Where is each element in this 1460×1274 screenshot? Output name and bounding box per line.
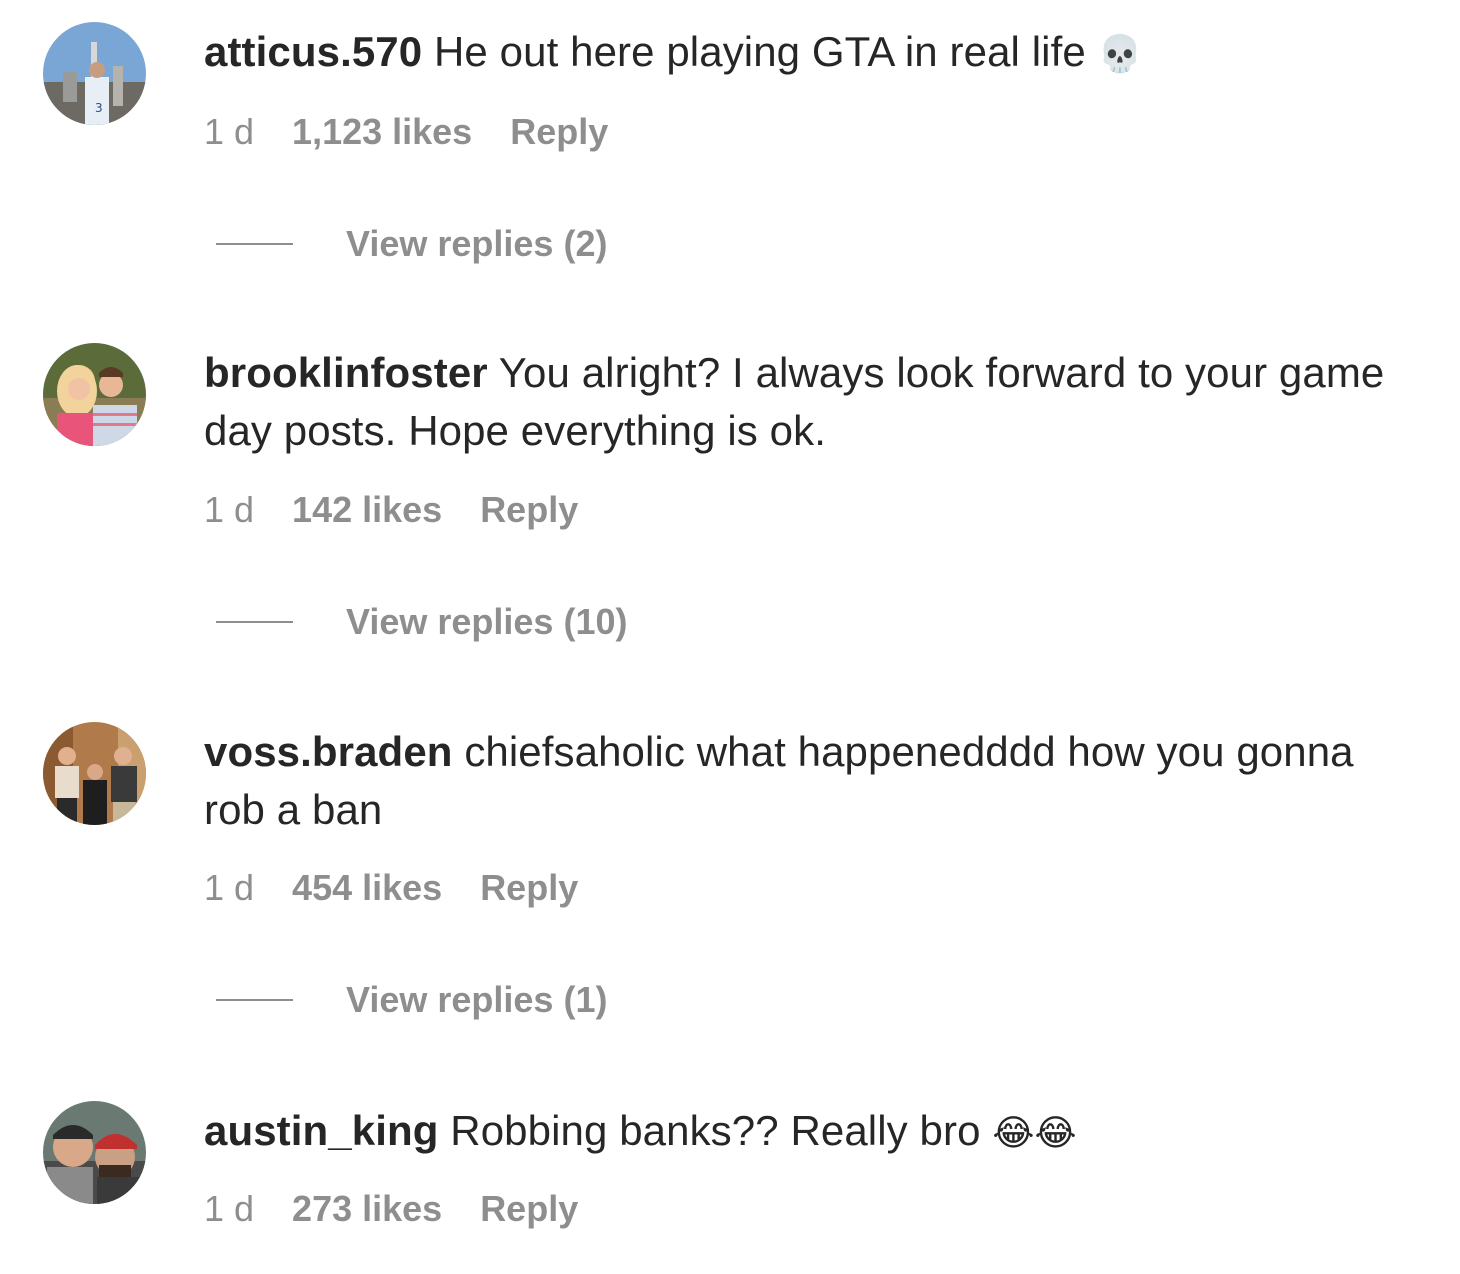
comment-body: He out here playing GTA in real life (434, 28, 1086, 75)
reply-button[interactable]: Reply (510, 111, 608, 152)
reply-button[interactable]: Reply (480, 867, 578, 908)
comment-body: Robbing banks?? Really bro (450, 1107, 981, 1154)
comment-username[interactable]: atticus.570 (204, 28, 422, 75)
comment-time[interactable]: 1 d (204, 111, 254, 152)
comment-meta: 1 d 1,123 likes Reply (204, 110, 608, 154)
comment-text: voss.braden chiefsaholic what happeneddd… (204, 723, 1404, 839)
skull-emoji-icon: 💀 (1097, 34, 1143, 75)
comment-username[interactable]: austin_king (204, 1107, 438, 1154)
comment-meta: 1 d 454 likes Reply (204, 866, 578, 910)
comment-text: atticus.570 He out here playing GTA in r… (204, 23, 1404, 84)
likes-count[interactable]: 273 likes (292, 1188, 442, 1229)
comment-username[interactable]: brooklinfoster (204, 349, 488, 396)
laughing-emoji-icon: 😂😂 (992, 1113, 1077, 1154)
avatar[interactable] (43, 1101, 146, 1204)
comment-time[interactable]: 1 d (204, 489, 254, 530)
comment-meta: 1 d 142 likes Reply (204, 488, 578, 532)
avatar[interactable]: 3 (43, 22, 146, 125)
likes-count[interactable]: 142 likes (292, 489, 442, 530)
likes-count[interactable]: 1,123 likes (292, 111, 472, 152)
comment-time[interactable]: 1 d (204, 1188, 254, 1229)
view-replies-label: View replies (10) (346, 601, 628, 642)
likes-count[interactable]: 454 likes (292, 867, 442, 908)
comment-text: brooklinfoster You alright? I always loo… (204, 344, 1404, 460)
comment-text: austin_king Robbing banks?? Really bro 😂… (204, 1102, 1404, 1163)
view-replies-divider (216, 999, 293, 1001)
comment-username[interactable]: voss.braden (204, 728, 453, 775)
comment-meta: 1 d 273 likes Reply (204, 1187, 578, 1231)
view-replies-button[interactable]: View replies (1) (216, 978, 607, 1022)
view-replies-button[interactable]: View replies (2) (216, 222, 607, 266)
avatar[interactable] (43, 722, 146, 825)
view-replies-label: View replies (2) (346, 223, 608, 264)
reply-button[interactable]: Reply (480, 1188, 578, 1229)
comment-time[interactable]: 1 d (204, 867, 254, 908)
view-replies-button[interactable]: View replies (10) (216, 600, 627, 644)
svg-text:3: 3 (95, 101, 103, 115)
view-replies-label: View replies (1) (346, 979, 608, 1020)
avatar[interactable] (43, 343, 146, 446)
reply-button[interactable]: Reply (480, 489, 578, 530)
view-replies-divider (216, 243, 293, 245)
view-replies-divider (216, 621, 293, 623)
